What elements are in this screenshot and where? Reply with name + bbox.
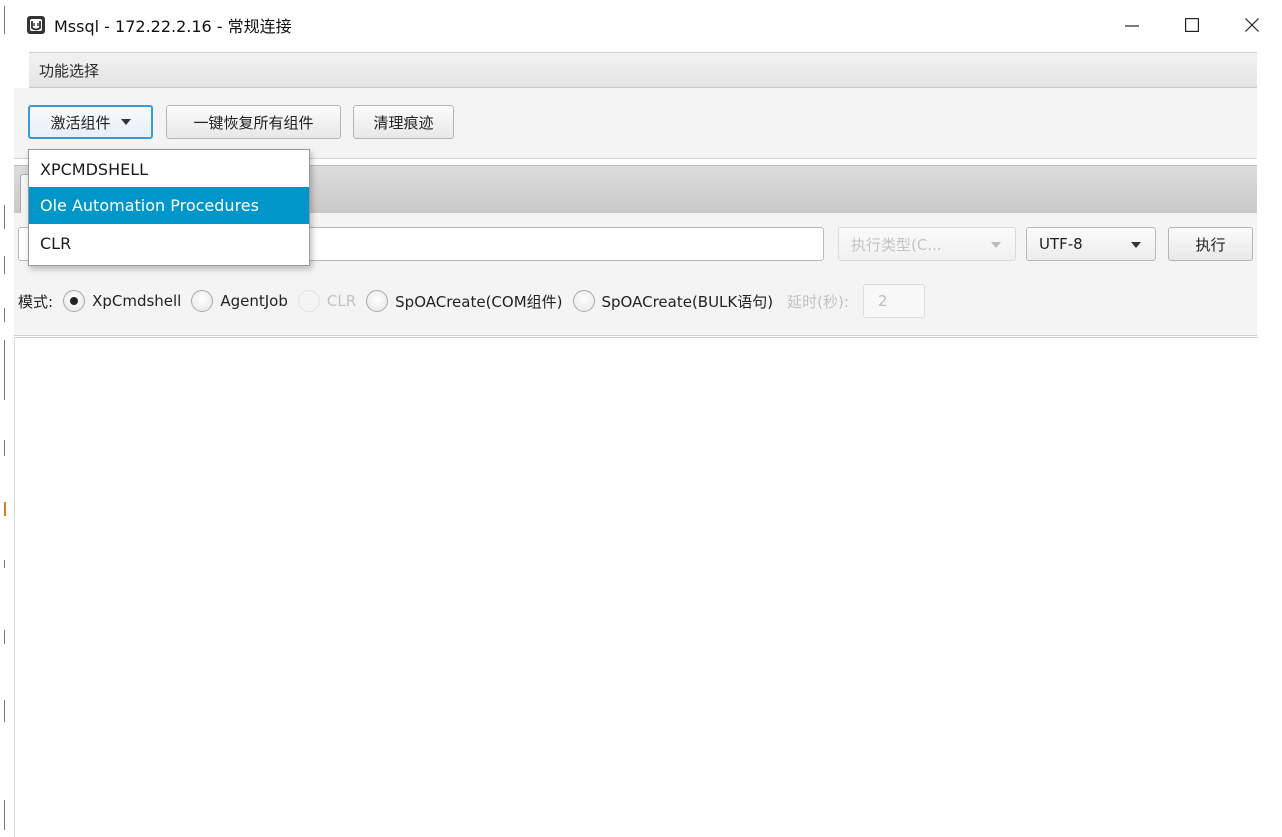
radio-checked-icon	[63, 290, 86, 312]
chevron-down-icon	[120, 119, 131, 125]
close-button[interactable]	[1222, 0, 1282, 50]
restore-all-label: 一键恢复所有组件	[193, 113, 314, 132]
minimize-icon	[1125, 25, 1139, 27]
maximize-button[interactable]	[1162, 0, 1222, 50]
restore-all-components-button[interactable]: 一键恢复所有组件	[166, 105, 341, 139]
radio-agentjob-label: AgentJob	[220, 292, 288, 310]
radio-unchecked-icon	[572, 290, 595, 312]
menu-item-label: XPCMDSHELL	[40, 160, 149, 179]
menu-item-xpcmdshell[interactable]: XPCMDSHELL	[29, 151, 309, 188]
chevron-down-icon	[1131, 242, 1141, 248]
execute-label: 执行	[1195, 235, 1226, 254]
activate-component-menu: XPCMDSHELL Ole Automation Procedures CLR	[28, 149, 310, 266]
radio-spoacreate-com[interactable]: SpOACreate(COM组件)	[366, 290, 563, 312]
menu-item-ole-automation[interactable]: Ole Automation Procedures	[29, 187, 309, 224]
clean-traces-label: 清理痕迹	[373, 113, 434, 132]
window-controls	[1102, 0, 1282, 50]
window-title: Mssql - 172.22.2.16 - 常规连接	[54, 17, 292, 36]
section-header[interactable]: 功能选择	[29, 52, 1257, 88]
menu-item-clr[interactable]: CLR	[29, 225, 309, 262]
encoding-value: UTF-8	[1039, 235, 1083, 253]
exec-type-select[interactable]: 执行类型(C...	[838, 227, 1016, 261]
delay-label: 延时(秒):	[787, 292, 849, 311]
radio-clr-label: CLR	[326, 292, 357, 310]
execute-button[interactable]: 执行	[1168, 227, 1253, 261]
radio-spoacreate-com-label: SpOACreate(COM组件)	[395, 292, 563, 311]
activate-component-label: 激活组件	[50, 113, 111, 132]
exec-type-placeholder: 执行类型(C...	[851, 235, 942, 254]
maximize-icon	[1185, 18, 1199, 32]
activate-component-button[interactable]: 激活组件	[28, 105, 153, 139]
section-title: 功能选择	[39, 61, 100, 80]
radio-xpcmdshell[interactable]: XpCmdshell	[63, 290, 181, 312]
encoding-select[interactable]: UTF-8	[1026, 227, 1156, 261]
output-area[interactable]	[14, 337, 1258, 837]
radio-unchecked-icon	[191, 290, 214, 312]
radio-clr[interactable]: CLR	[297, 290, 357, 312]
radio-spoacreate-bulk[interactable]: SpOACreate(BULK语句)	[572, 290, 774, 312]
radio-unchecked-icon	[297, 290, 320, 312]
radio-unchecked-icon	[366, 290, 389, 312]
radio-xpcmdshell-label: XpCmdshell	[92, 292, 182, 310]
menu-item-label: Ole Automation Procedures	[40, 196, 259, 215]
app-window: Mssql - 172.22.2.16 - 常规连接 功能选择 激活组件 一键恢…	[0, 0, 1282, 837]
left-edge-strip	[0, 0, 14, 836]
title-bar[interactable]: Mssql - 172.22.2.16 - 常规连接	[14, 0, 1282, 50]
app-logo-icon	[27, 16, 45, 34]
delay-value: 2	[877, 292, 888, 310]
mode-label: 模式:	[18, 292, 54, 311]
clean-traces-button[interactable]: 清理痕迹	[353, 105, 454, 139]
radio-agentjob[interactable]: AgentJob	[191, 290, 288, 312]
chevron-down-icon	[991, 242, 1001, 248]
radio-spoacreate-bulk-label: SpOACreate(BULK语句)	[601, 292, 774, 311]
close-icon	[1245, 18, 1259, 32]
menu-item-label: CLR	[40, 234, 72, 253]
minimize-button[interactable]	[1102, 0, 1162, 50]
delay-input[interactable]: 2	[862, 284, 925, 318]
mode-row: 模式: XpCmdshell AgentJob CLR SpOACreate(C…	[18, 284, 925, 318]
